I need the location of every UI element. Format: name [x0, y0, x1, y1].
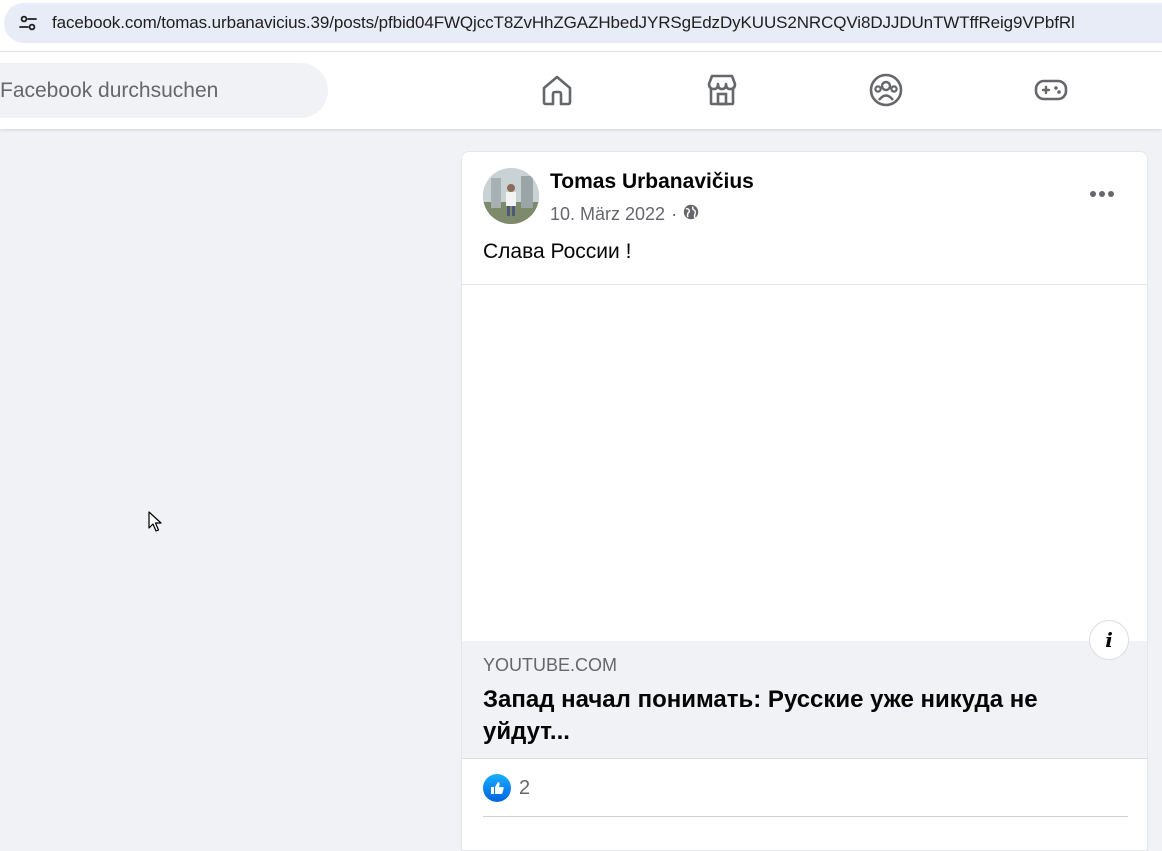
- link-title[interactable]: Запад начал понимать: Русские уже никуда…: [483, 684, 1103, 748]
- marketplace-icon[interactable]: [702, 70, 742, 110]
- url-field[interactable]: facebook.com/tomas.urbanavicius.39/posts…: [4, 3, 1162, 43]
- avatar[interactable]: [483, 168, 539, 224]
- post-text: Слава России !: [483, 240, 632, 263]
- facebook-header: Facebook durchsuchen: [0, 52, 1162, 129]
- home-icon[interactable]: [537, 70, 577, 110]
- link-domain: YOUTUBE.COM: [483, 655, 618, 675]
- globe-icon: [683, 204, 699, 225]
- link-preview[interactable]: i YOUTUBE.COM Запад начал понимать: Русс…: [462, 620, 1147, 759]
- divider: [483, 816, 1128, 817]
- mouse-cursor-icon: [148, 511, 164, 533]
- info-icon[interactable]: i: [1089, 620, 1129, 660]
- groups-icon[interactable]: [866, 70, 906, 110]
- author-name[interactable]: Tomas Urbanavičius: [550, 170, 754, 194]
- browser-address-bar: facebook.com/tomas.urbanavicius.39/posts…: [0, 0, 1162, 52]
- post-date[interactable]: 10. März 2022: [550, 204, 665, 225]
- meta-separator: ·: [671, 204, 678, 224]
- link-media-area[interactable]: [462, 284, 1147, 641]
- reactions-summary[interactable]: 2: [483, 772, 530, 804]
- search-input[interactable]: Facebook durchsuchen: [0, 63, 328, 118]
- reaction-count: 2: [519, 776, 531, 799]
- site-settings-icon[interactable]: [16, 11, 40, 35]
- search-placeholder: Facebook durchsuchen: [0, 79, 219, 102]
- gaming-icon[interactable]: [1031, 70, 1071, 110]
- post-card: Tomas Urbanavičius 10. März 2022 · Слава…: [461, 151, 1148, 851]
- like-icon: [483, 774, 511, 802]
- url-text[interactable]: facebook.com/tomas.urbanavicius.39/posts…: [52, 13, 1075, 33]
- post-meta: 10. März 2022 ·: [550, 204, 699, 225]
- more-options-button[interactable]: [1082, 174, 1122, 214]
